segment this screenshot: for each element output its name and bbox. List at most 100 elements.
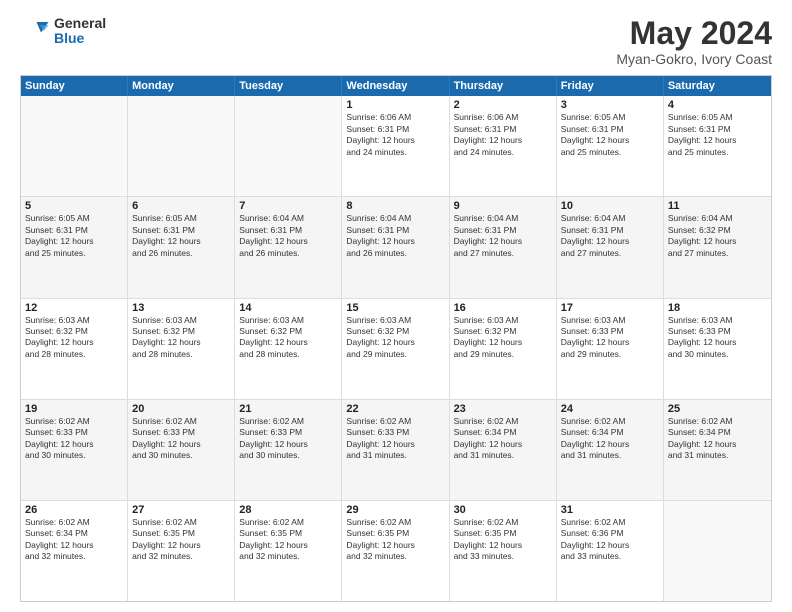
day-number: 21: [239, 403, 337, 415]
day-cell-11: 11Sunrise: 6:04 AMSunset: 6:32 PMDayligh…: [664, 197, 771, 297]
day-info: Sunrise: 6:04 AMSunset: 6:31 PMDaylight:…: [239, 213, 337, 259]
day-number: 9: [454, 200, 552, 212]
day-cell-25: 25Sunrise: 6:02 AMSunset: 6:34 PMDayligh…: [664, 400, 771, 500]
day-info: Sunrise: 6:04 AMSunset: 6:31 PMDaylight:…: [561, 213, 659, 259]
header-day-wednesday: Wednesday: [342, 76, 449, 96]
day-cell-8: 8Sunrise: 6:04 AMSunset: 6:31 PMDaylight…: [342, 197, 449, 297]
day-info: Sunrise: 6:05 AMSunset: 6:31 PMDaylight:…: [132, 213, 230, 259]
empty-cell: [128, 96, 235, 196]
day-number: 16: [454, 302, 552, 314]
day-cell-23: 23Sunrise: 6:02 AMSunset: 6:34 PMDayligh…: [450, 400, 557, 500]
day-info: Sunrise: 6:03 AMSunset: 6:32 PMDaylight:…: [239, 315, 337, 361]
calendar-week-5: 26Sunrise: 6:02 AMSunset: 6:34 PMDayligh…: [21, 501, 771, 601]
day-cell-26: 26Sunrise: 6:02 AMSunset: 6:34 PMDayligh…: [21, 501, 128, 601]
day-cell-19: 19Sunrise: 6:02 AMSunset: 6:33 PMDayligh…: [21, 400, 128, 500]
day-cell-30: 30Sunrise: 6:02 AMSunset: 6:35 PMDayligh…: [450, 501, 557, 601]
day-info: Sunrise: 6:02 AMSunset: 6:34 PMDaylight:…: [561, 416, 659, 462]
day-number: 13: [132, 302, 230, 314]
day-cell-20: 20Sunrise: 6:02 AMSunset: 6:33 PMDayligh…: [128, 400, 235, 500]
empty-cell: [664, 501, 771, 601]
day-number: 30: [454, 504, 552, 516]
day-number: 6: [132, 200, 230, 212]
day-number: 1: [346, 99, 444, 111]
header-day-sunday: Sunday: [21, 76, 128, 96]
day-info: Sunrise: 6:04 AMSunset: 6:31 PMDaylight:…: [346, 213, 444, 259]
calendar-week-1: 1 Sunrise: 6:06 AMSunset: 6:31 PMDaylight…: [21, 96, 771, 197]
day-cell-16: 16Sunrise: 6:03 AMSunset: 6:32 PMDayligh…: [450, 299, 557, 399]
location-subtitle: Myan-Gokro, Ivory Coast: [616, 51, 772, 67]
day-number: 10: [561, 200, 659, 212]
day-cell-18: 18Sunrise: 6:03 AMSunset: 6:33 PMDayligh…: [664, 299, 771, 399]
day-cell-27: 27Sunrise: 6:02 AMSunset: 6:35 PMDayligh…: [128, 501, 235, 601]
logo-text: General Blue: [54, 16, 106, 47]
day-info: Sunrise: 6:02 AMSunset: 6:35 PMDaylight:…: [239, 517, 337, 563]
header-day-monday: Monday: [128, 76, 235, 96]
day-number: 7: [239, 200, 337, 212]
day-cell-21: 21Sunrise: 6:02 AMSunset: 6:33 PMDayligh…: [235, 400, 342, 500]
day-info: Sunrise: 6:06 AMSunset: 6:31 PMDaylight:…: [454, 112, 552, 158]
day-cell-6: 6Sunrise: 6:05 AMSunset: 6:31 PMDaylight…: [128, 197, 235, 297]
day-number: 2: [454, 99, 552, 111]
day-cell-22: 22Sunrise: 6:02 AMSunset: 6:33 PMDayligh…: [342, 400, 449, 500]
day-info: Sunrise: 6:04 AMSunset: 6:32 PMDaylight:…: [668, 213, 767, 259]
day-number: 27: [132, 504, 230, 516]
day-info: Sunrise: 6:02 AMSunset: 6:33 PMDaylight:…: [25, 416, 123, 462]
day-info: Sunrise: 6:02 AMSunset: 6:35 PMDaylight:…: [132, 517, 230, 563]
day-number: 23: [454, 403, 552, 415]
day-info: Sunrise: 6:02 AMSunset: 6:33 PMDaylight:…: [239, 416, 337, 462]
page: General Blue May 2024 Myan-Gokro, Ivory …: [0, 0, 792, 612]
day-cell-9: 9Sunrise: 6:04 AMSunset: 6:31 PMDaylight…: [450, 197, 557, 297]
header: General Blue May 2024 Myan-Gokro, Ivory …: [20, 16, 772, 67]
day-number: 14: [239, 302, 337, 314]
calendar-week-4: 19Sunrise: 6:02 AMSunset: 6:33 PMDayligh…: [21, 400, 771, 501]
day-cell-14: 14Sunrise: 6:03 AMSunset: 6:32 PMDayligh…: [235, 299, 342, 399]
day-number: 4: [668, 99, 767, 111]
day-cell-5: 5Sunrise: 6:05 AMSunset: 6:31 PMDaylight…: [21, 197, 128, 297]
calendar-week-3: 12Sunrise: 6:03 AMSunset: 6:32 PMDayligh…: [21, 299, 771, 400]
day-info: Sunrise: 6:03 AMSunset: 6:32 PMDaylight:…: [454, 315, 552, 361]
day-info: Sunrise: 6:03 AMSunset: 6:32 PMDaylight:…: [346, 315, 444, 361]
calendar: SundayMondayTuesdayWednesdayThursdayFrid…: [20, 75, 772, 602]
day-info: Sunrise: 6:05 AMSunset: 6:31 PMDaylight:…: [25, 213, 123, 259]
day-number: 5: [25, 200, 123, 212]
day-cell-1: 1Sunrise: 6:06 AMSunset: 6:31 PMDaylight…: [342, 96, 449, 196]
day-number: 19: [25, 403, 123, 415]
day-info: Sunrise: 6:05 AMSunset: 6:31 PMDaylight:…: [668, 112, 767, 158]
logo-icon: [20, 16, 50, 46]
day-cell-13: 13Sunrise: 6:03 AMSunset: 6:32 PMDayligh…: [128, 299, 235, 399]
header-day-thursday: Thursday: [450, 76, 557, 96]
day-info: Sunrise: 6:04 AMSunset: 6:31 PMDaylight:…: [454, 213, 552, 259]
day-cell-28: 28Sunrise: 6:02 AMSunset: 6:35 PMDayligh…: [235, 501, 342, 601]
day-info: Sunrise: 6:02 AMSunset: 6:36 PMDaylight:…: [561, 517, 659, 563]
day-cell-31: 31Sunrise: 6:02 AMSunset: 6:36 PMDayligh…: [557, 501, 664, 601]
logo-general: General: [54, 16, 106, 31]
day-cell-7: 7Sunrise: 6:04 AMSunset: 6:31 PMDaylight…: [235, 197, 342, 297]
day-info: Sunrise: 6:02 AMSunset: 6:34 PMDaylight:…: [668, 416, 767, 462]
day-cell-29: 29Sunrise: 6:02 AMSunset: 6:35 PMDayligh…: [342, 501, 449, 601]
day-info: Sunrise: 6:03 AMSunset: 6:32 PMDaylight:…: [132, 315, 230, 361]
header-day-tuesday: Tuesday: [235, 76, 342, 96]
day-info: Sunrise: 6:02 AMSunset: 6:34 PMDaylight:…: [454, 416, 552, 462]
day-cell-15: 15Sunrise: 6:03 AMSunset: 6:32 PMDayligh…: [342, 299, 449, 399]
day-cell-4: 4Sunrise: 6:05 AMSunset: 6:31 PMDaylight…: [664, 96, 771, 196]
day-info: Sunrise: 6:02 AMSunset: 6:34 PMDaylight:…: [25, 517, 123, 563]
title-section: May 2024 Myan-Gokro, Ivory Coast: [616, 16, 772, 67]
calendar-body: 1 Sunrise: 6:06 AMSunset: 6:31 PMDaylight…: [21, 96, 771, 601]
day-info: Sunrise: 6:02 AMSunset: 6:33 PMDaylight:…: [132, 416, 230, 462]
day-number: 17: [561, 302, 659, 314]
logo-blue: Blue: [54, 31, 106, 46]
header-day-friday: Friday: [557, 76, 664, 96]
day-info: Sunrise: 6:03 AMSunset: 6:33 PMDaylight:…: [668, 315, 767, 361]
month-year-title: May 2024: [616, 16, 772, 51]
day-info: Sunrise: 6:03 AMSunset: 6:33 PMDaylight:…: [561, 315, 659, 361]
day-cell-2: 2Sunrise: 6:06 AMSunset: 6:31 PMDaylight…: [450, 96, 557, 196]
day-number: 20: [132, 403, 230, 415]
calendar-week-2: 5Sunrise: 6:05 AMSunset: 6:31 PMDaylight…: [21, 197, 771, 298]
empty-cell: [235, 96, 342, 196]
day-number: 3: [561, 99, 659, 111]
day-cell-24: 24Sunrise: 6:02 AMSunset: 6:34 PMDayligh…: [557, 400, 664, 500]
day-info: Sunrise: 6:02 AMSunset: 6:35 PMDaylight:…: [454, 517, 552, 563]
day-number: 28: [239, 504, 337, 516]
day-number: 11: [668, 200, 767, 212]
day-number: 31: [561, 504, 659, 516]
